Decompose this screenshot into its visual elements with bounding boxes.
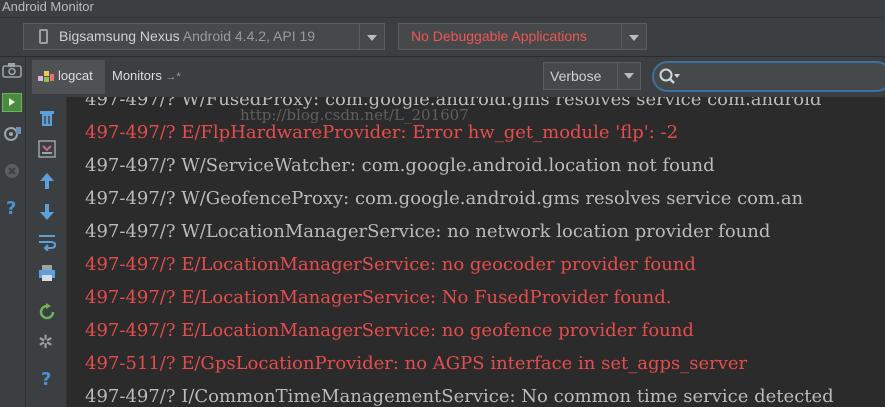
dropdown-separator: [621, 24, 622, 49]
window-title: Android Monitor: [2, 0, 94, 14]
log-line[interactable]: 497-497/? E/FlpHardwareProvider: Error h…: [85, 123, 678, 143]
pin-icon[interactable]: →*: [165, 71, 180, 83]
tab-logcat-label: logcat: [58, 68, 93, 83]
process-label: No Debuggable Applications: [411, 28, 587, 44]
search-icon[interactable]: [658, 67, 680, 87]
print-icon[interactable]: [38, 264, 56, 282]
log-line[interactable]: 497-511/? E/GpsLocationProvider: no AGPS…: [85, 354, 747, 374]
log-level-select[interactable]: Verbose: [543, 62, 641, 90]
down-arrow-icon[interactable]: [39, 203, 55, 221]
trash-icon[interactable]: [39, 109, 55, 127]
log-output[interactable]: 497-497/? W/FusedProxy: com.google.andro…: [67, 97, 885, 407]
soft-wrap-icon[interactable]: [38, 233, 57, 251]
device-selector[interactable]: Bigsamsung Nexus Android 4.4.2, API 19: [23, 23, 385, 50]
chevron-down-icon[interactable]: [367, 35, 377, 41]
log-level-value: Verbose: [550, 68, 602, 84]
device-name: Bigsamsung Nexus: [59, 28, 180, 44]
phone-icon: [39, 29, 48, 44]
help-icon[interactable]: ?: [41, 369, 51, 390]
device-version: Android 4.4.2, API 19: [182, 28, 316, 44]
log-line[interactable]: 497-497/? E/LocationManagerService: No F…: [85, 288, 671, 308]
tab-monitors-label: Monitors: [112, 68, 162, 83]
stop-icon[interactable]: [4, 163, 20, 179]
restart-icon[interactable]: [38, 303, 56, 321]
up-arrow-icon[interactable]: [39, 172, 55, 190]
log-line[interactable]: 497-497/? I/CommonTimeManagementService:…: [85, 387, 834, 407]
process-selector[interactable]: No Debuggable Applications: [398, 23, 647, 50]
help-icon[interactable]: ?: [6, 198, 16, 219]
search-input[interactable]: [682, 66, 876, 88]
gear-icon[interactable]: ✲: [38, 332, 53, 353]
device-toolbar: Bigsamsung Nexus Android 4.4.2, API 19 N…: [0, 18, 885, 57]
title-bar: Android Monitor: [0, 0, 885, 18]
logcat-toolstrip: ✲ ?: [26, 97, 67, 407]
tab-monitors[interactable]: Monitors →*: [112, 68, 181, 83]
left-sidebar: ?: [0, 57, 26, 407]
chevron-down-icon[interactable]: [629, 35, 639, 41]
device-name-label: Bigsamsung Nexus Android 4.4.2, API 19: [59, 28, 315, 44]
log-line[interactable]: 497-497/? E/LocationManagerService: no g…: [85, 321, 694, 341]
tab-logcat[interactable]: logcat: [32, 60, 105, 94]
log-line[interactable]: 497-497/? W/ServiceWatcher: com.google.a…: [85, 156, 715, 176]
settings-camera-icon[interactable]: [2, 124, 23, 144]
dropdown-separator: [359, 24, 360, 49]
record-icon[interactable]: [2, 93, 22, 112]
logcat-icon: [38, 71, 54, 82]
dropdown-separator: [617, 63, 618, 89]
scroll-to-end-icon[interactable]: [38, 140, 56, 158]
camera-icon[interactable]: [2, 62, 22, 78]
watermark: http://blog.csdn.net/L_201607: [240, 106, 469, 124]
chevron-down-icon[interactable]: [624, 73, 634, 79]
search-field[interactable]: [652, 61, 885, 92]
log-line[interactable]: 497-497/? W/GeofenceProxy: com.google.an…: [85, 189, 803, 209]
log-line[interactable]: 497-497/? W/LocationManagerService: no n…: [85, 222, 770, 242]
log-line[interactable]: 497-497/? E/LocationManagerService: no g…: [85, 255, 696, 275]
